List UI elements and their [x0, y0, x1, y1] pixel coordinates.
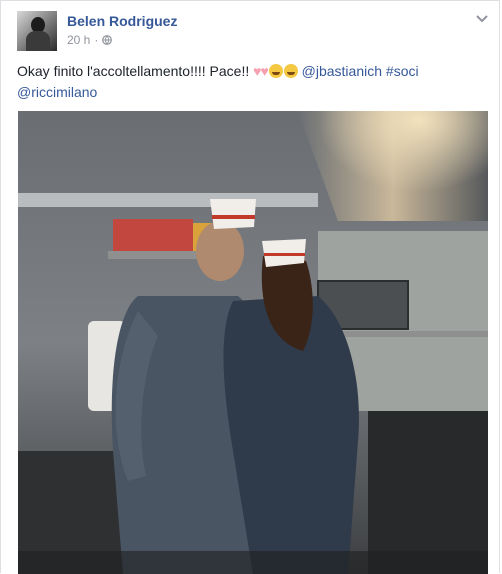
- photo-floor-shadow: [18, 551, 488, 574]
- hearts-emoji: ♥♥: [253, 63, 269, 79]
- photo-man-head: [196, 221, 244, 281]
- post-photo[interactable]: [18, 111, 488, 574]
- post-text-main: Okay finito l'accoltellamento!!!! Pace!!: [17, 63, 254, 79]
- author-name[interactable]: Belen Rodriguez: [67, 13, 177, 29]
- post-card: Belen Rodriguez 20 h · Okay finito l'acc…: [0, 0, 500, 574]
- grinning-face-icon: [268, 64, 283, 78]
- photo-man-hat: [210, 199, 256, 229]
- mention-riccimilano[interactable]: @riccimilano: [17, 84, 97, 100]
- globe-icon[interactable]: [102, 35, 113, 45]
- meta-separator: ·: [94, 33, 99, 47]
- grinning-face-icon: [283, 64, 298, 78]
- photo-woman-hat-stripe: [264, 253, 305, 256]
- avatar-body: [26, 31, 50, 51]
- post-text: Okay finito l'accoltellamento!!!! Pace!!…: [17, 61, 487, 103]
- post-meta: 20 h ·: [67, 33, 113, 47]
- photo-shelf-items: [113, 219, 193, 251]
- hashtag-soci[interactable]: #soci: [386, 63, 419, 79]
- chevron-down-icon[interactable]: [475, 13, 489, 23]
- photo-stove: [368, 411, 488, 574]
- mention-jbastianich[interactable]: @jbastianich: [302, 63, 382, 79]
- post-timestamp[interactable]: 20 h: [67, 33, 90, 47]
- photo-man-hat-stripe: [212, 215, 255, 219]
- photo-pipe: [18, 193, 318, 207]
- avatar[interactable]: [17, 11, 57, 51]
